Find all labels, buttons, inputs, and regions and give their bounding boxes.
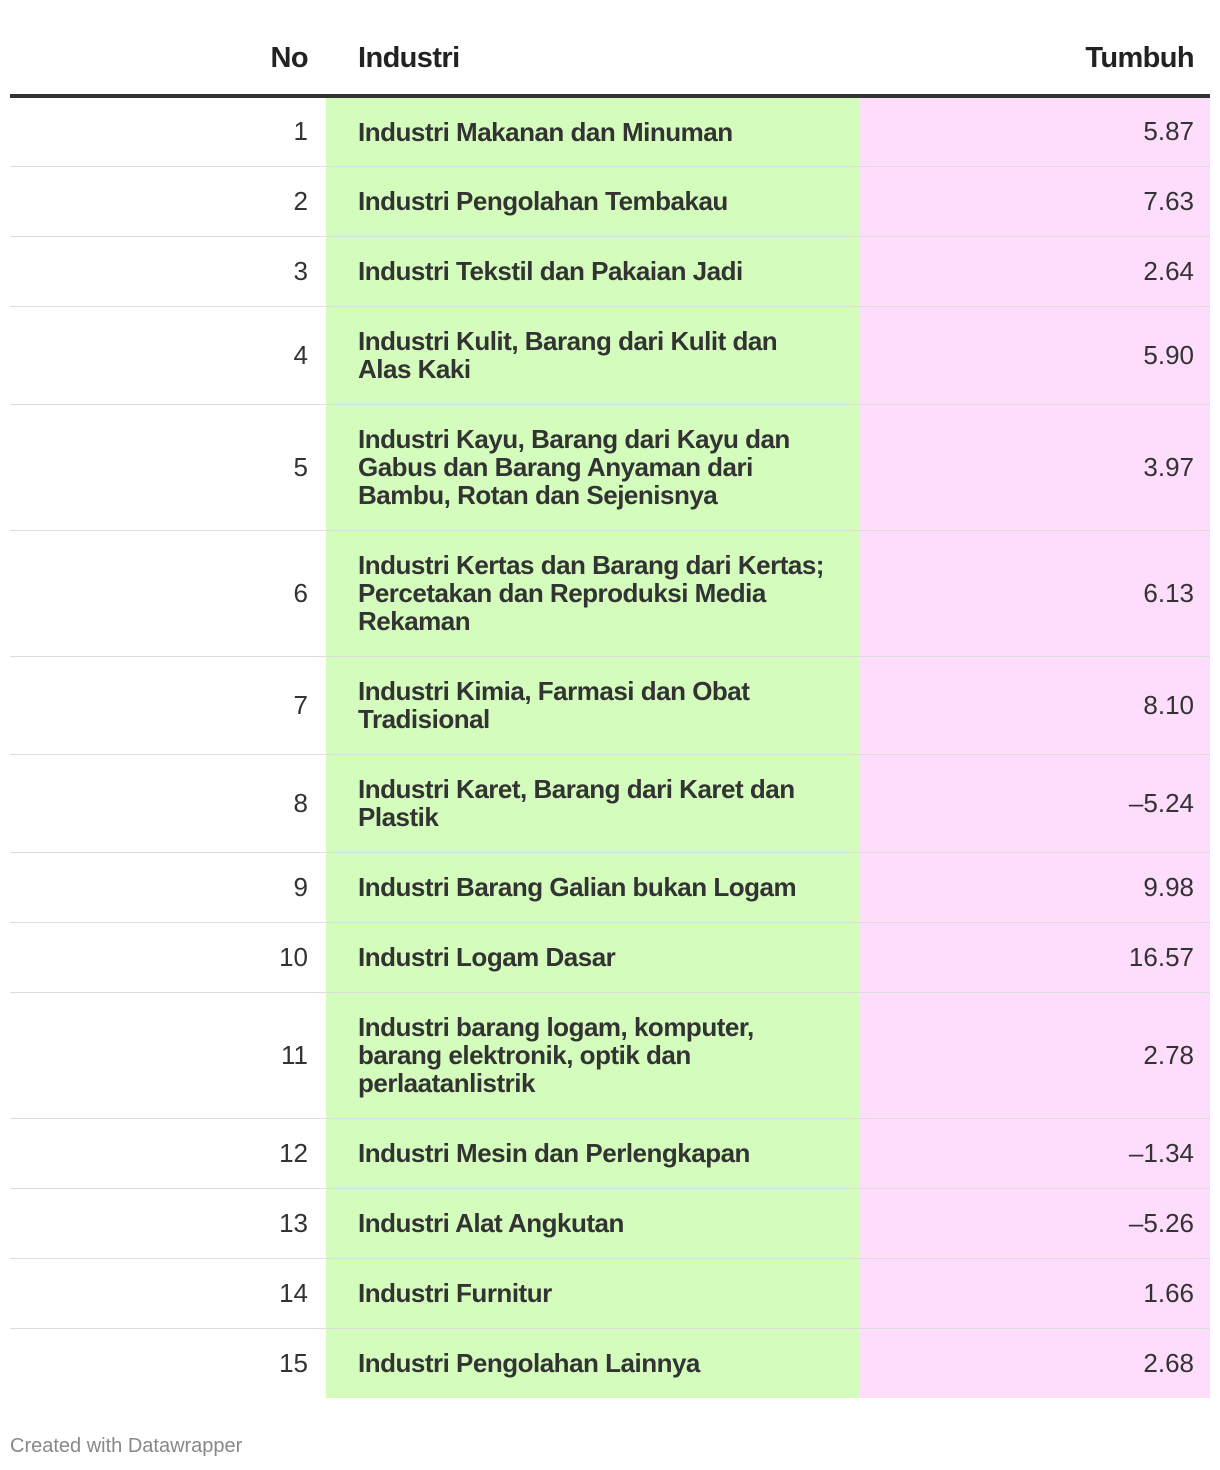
cell-no: 10 <box>10 922 326 993</box>
cell-no: 12 <box>10 1118 326 1189</box>
table-body: 1 Industri Makanan dan Minuman 5.87 2 Indust… <box>10 96 1210 1398</box>
cell-tumbuh: 8.10 <box>860 656 1210 755</box>
cell-no: 2 <box>10 166 326 237</box>
cell-tumbuh: 5.90 <box>860 306 1210 405</box>
cell-tumbuh: 5.87 <box>860 96 1210 167</box>
cell-industri: Industri Barang Galian bukan Logam <box>326 852 860 923</box>
table-row: 6 Industri Kertas dan Barang dari Kertas;… <box>10 530 1210 657</box>
cell-industri: Industri Kayu, Barang dari Kayu dan Gabu… <box>326 404 860 531</box>
cell-no: 9 <box>10 852 326 923</box>
table-row: 15 Industri Pengolahan Lainnya 2.68 <box>10 1328 1210 1398</box>
table-row: 11 Industri barang logam, komputer, baran… <box>10 992 1210 1119</box>
cell-industri: Industri Mesin dan Perlengkapan <box>326 1118 860 1189</box>
cell-tumbuh: 2.68 <box>860 1328 1210 1398</box>
cell-no: 8 <box>10 754 326 853</box>
column-header-tumbuh: Tumbuh <box>860 22 1210 98</box>
cell-no: 3 <box>10 236 326 307</box>
cell-industri: Industri Kimia, Farmasi dan Obat Tradisi… <box>326 656 860 755</box>
table-row: 7 Industri Kimia, Farmasi dan Obat Tradis… <box>10 656 1210 755</box>
data-table-container: No Industri Tumbuh 1 Industri Makanan dan… <box>10 22 1210 1398</box>
cell-no: 14 <box>10 1258 326 1329</box>
table-row: 10 Industri Logam Dasar 16.57 <box>10 922 1210 993</box>
cell-tumbuh: 2.64 <box>860 236 1210 307</box>
credit-footer: Created with Datawrapper <box>10 1435 243 1457</box>
table-row: 4 Industri Kulit, Barang dari Kulit dan A… <box>10 306 1210 405</box>
table-row: 12 Industri Mesin dan Perlengkapan –1.34 <box>10 1118 1210 1189</box>
table-row: 3 Industri Tekstil dan Pakaian Jadi 2.64 <box>10 236 1210 307</box>
cell-tumbuh: 6.13 <box>860 530 1210 657</box>
column-header-industri: Industri <box>326 22 860 98</box>
cell-industri: Industri Kulit, Barang dari Kulit dan Al… <box>326 306 860 405</box>
table-row: 9 Industri Barang Galian bukan Logam 9.98 <box>10 852 1210 923</box>
cell-tumbuh: –5.24 <box>860 754 1210 853</box>
cell-industri: Industri Alat Angkutan <box>326 1188 860 1259</box>
table-row: 14 Industri Furnitur 1.66 <box>10 1258 1210 1329</box>
cell-industri: Industri Kertas dan Barang dari Kertas; … <box>326 530 860 657</box>
table-row: 1 Industri Makanan dan Minuman 5.87 <box>10 96 1210 167</box>
cell-industri: Industri Tekstil dan Pakaian Jadi <box>326 236 860 307</box>
column-header-no: No <box>10 22 326 98</box>
cell-industri: Industri barang logam, komputer, barang … <box>326 992 860 1119</box>
cell-no: 6 <box>10 530 326 657</box>
cell-industri: Industri Karet, Barang dari Karet dan Pl… <box>326 754 860 853</box>
cell-no: 13 <box>10 1188 326 1259</box>
cell-tumbuh: 9.98 <box>860 852 1210 923</box>
cell-no: 4 <box>10 306 326 405</box>
table-row: 5 Industri Kayu, Barang dari Kayu dan Gab… <box>10 404 1210 531</box>
cell-tumbuh: –5.26 <box>860 1188 1210 1259</box>
cell-no: 15 <box>279 1347 308 1378</box>
table-row: 8 Industri Karet, Barang dari Karet dan P… <box>10 754 1210 853</box>
cell-tumbuh: 3.97 <box>860 404 1210 531</box>
table-row: 2 Industri Pengolahan Tembakau 7.63 <box>10 166 1210 237</box>
data-table: No Industri Tumbuh 1 Industri Makanan dan… <box>10 22 1210 1398</box>
cell-tumbuh: 7.63 <box>860 166 1210 237</box>
cell-industri: Industri Furnitur <box>326 1258 860 1329</box>
cell-tumbuh: –1.34 <box>860 1118 1210 1189</box>
table-header-row: No Industri Tumbuh <box>10 22 1210 98</box>
cell-tumbuh: 2.78 <box>860 992 1210 1119</box>
cell-no: 7 <box>10 656 326 755</box>
cell-tumbuh: 16.57 <box>860 922 1210 993</box>
cell-industri: Industri Logam Dasar <box>326 922 860 993</box>
cell-no: 11 <box>10 992 326 1119</box>
table-row: 13 Industri Alat Angkutan –5.26 <box>10 1188 1210 1259</box>
cell-no: 1 <box>10 96 326 167</box>
cell-no: 5 <box>10 404 326 531</box>
cell-industri: Industri Pengolahan Lainnya <box>326 1328 860 1398</box>
cell-industri: Industri Makanan dan Minuman <box>326 96 860 167</box>
cell-tumbuh: 1.66 <box>860 1258 1210 1329</box>
cell-industri: Industri Pengolahan Tembakau <box>326 166 860 237</box>
